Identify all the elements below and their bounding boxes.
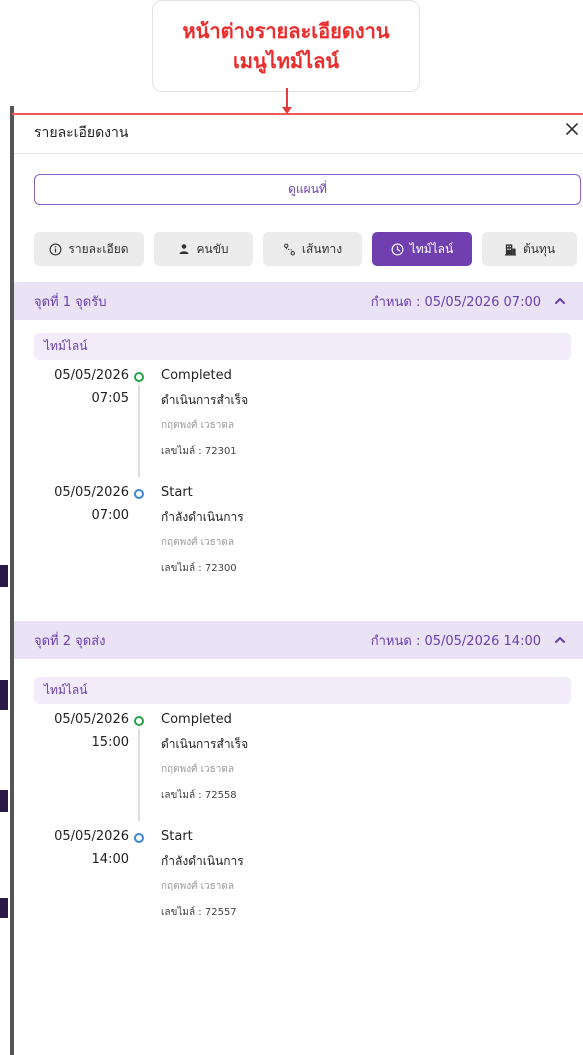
entry-status: Start — [161, 485, 193, 500]
tab-timeline[interactable]: ไทม์ไลน์ — [372, 232, 472, 266]
entry-mileage: เลขไมล์ : 72300 — [161, 563, 237, 574]
background-fragment — [0, 680, 8, 710]
entry-person: กฤตพงศ์ เวธาดล — [161, 881, 234, 892]
collapse-button[interactable] — [553, 633, 567, 647]
entry-time: 15:00 — [91, 735, 129, 750]
stop-due-time: กำหนด : 05/05/2026 07:00 — [370, 294, 541, 310]
status-dot-icon — [134, 372, 144, 382]
close-button[interactable] — [560, 117, 583, 141]
annotation-line-2: เมนูไทม์ไลน์ — [232, 49, 340, 73]
background-fragment — [0, 898, 8, 918]
entry-date: 05/05/2026 — [54, 485, 129, 500]
stop-title: จุดที่ 1 จุดรับ — [34, 294, 107, 310]
entry-description: ดำเนินการสำเร็จ — [161, 393, 249, 407]
collapse-button[interactable] — [553, 294, 567, 308]
header-divider — [14, 153, 583, 154]
tab-route-label: เส้นทาง — [301, 241, 343, 256]
entry-time: 07:00 — [91, 508, 129, 523]
chevron-up-icon — [555, 298, 565, 304]
clock-icon — [391, 243, 404, 255]
entry-status: Start — [161, 829, 193, 844]
status-dot-icon — [134, 716, 144, 726]
timeline-connector — [138, 729, 140, 821]
annotation-callout: หน้าต่างรายละเอียดงาน เมนูไทม์ไลน์ — [152, 0, 420, 92]
tab-timeline-label: ไทม์ไลน์ — [409, 241, 454, 256]
background-fragment — [0, 790, 8, 812]
entry-status: Completed — [161, 712, 232, 727]
timeline-connector — [138, 385, 140, 477]
entry-person: กฤตพงศ์ เวธาดล — [161, 420, 234, 431]
entry-date: 05/05/2026 — [54, 368, 129, 383]
job-detail-panel: รายละเอียดงาน ดูแผนที่ รายละเอียด คนขับ — [14, 115, 583, 1055]
timeline-entry: 05/05/2026 15:00 Completed ดำเนินการสำเร… — [14, 712, 583, 824]
chevron-up-icon — [555, 637, 565, 643]
tab-driver-label: คนขับ — [196, 241, 229, 256]
tab-cost-label: ต้นทุน — [522, 241, 556, 256]
tab-details[interactable]: รายละเอียด — [34, 232, 144, 266]
status-dot-icon — [134, 489, 144, 499]
stop-due-time: กำหนด : 05/05/2026 14:00 — [370, 633, 541, 649]
timeline-section-label: ไทม์ไลน์ — [34, 333, 571, 360]
close-icon — [566, 123, 578, 135]
view-map-button[interactable]: ดูแผนที่ — [34, 174, 581, 205]
entry-description: กำลังดำเนินการ — [161, 854, 244, 868]
tab-bar: รายละเอียด คนขับ เส้นทาง ไทม์ไลน์ ต้นทุน — [34, 232, 583, 266]
timeline-entry: 05/05/2026 07:00 Start กำลังดำเนินการ กฤ… — [14, 485, 583, 585]
entry-description: กำลังดำเนินการ — [161, 510, 244, 524]
tab-cost[interactable]: ต้นทุน — [482, 232, 577, 266]
entry-time: 14:00 — [91, 852, 129, 867]
tab-details-label: รายละเอียด — [68, 241, 129, 256]
info-icon — [49, 243, 62, 255]
entry-date: 05/05/2026 — [54, 829, 129, 844]
route-icon — [283, 243, 295, 255]
entry-date: 05/05/2026 — [54, 712, 129, 727]
tab-driver[interactable]: คนขับ — [154, 232, 253, 266]
timeline-entry: 05/05/2026 07:05 Completed ดำเนินการสำเร… — [14, 368, 583, 480]
timeline-entry: 05/05/2026 14:00 Start กำลังดำเนินการ กฤ… — [14, 829, 583, 929]
person-icon — [179, 244, 189, 254]
entry-mileage: เลขไมล์ : 72557 — [161, 907, 237, 918]
panel-title: รายละเอียดงาน — [34, 125, 129, 141]
tab-route[interactable]: เส้นทาง — [263, 232, 362, 266]
entry-mileage: เลขไมล์ : 72558 — [161, 790, 237, 801]
background-fragment — [0, 565, 8, 587]
annotation-line-1: หน้าต่างรายละเอียดงาน — [182, 19, 390, 43]
stop-header-pickup[interactable]: จุดที่ 1 จุดรับ กำหนด : 05/05/2026 07:00 — [14, 282, 583, 320]
entry-mileage: เลขไมล์ : 72301 — [161, 446, 237, 457]
stop-header-dropoff[interactable]: จุดที่ 2 จุดส่ง กำหนด : 05/05/2026 14:00 — [14, 621, 583, 659]
entry-person: กฤตพงศ์ เวธาดล — [161, 537, 234, 548]
entry-status: Completed — [161, 368, 232, 383]
building-icon — [504, 243, 517, 256]
stop-title: จุดที่ 2 จุดส่ง — [34, 633, 106, 649]
status-dot-icon — [134, 833, 144, 843]
entry-time: 07:05 — [91, 391, 129, 406]
entry-person: กฤตพงศ์ เวธาดล — [161, 764, 234, 775]
entry-description: ดำเนินการสำเร็จ — [161, 737, 249, 751]
timeline-section-label: ไทม์ไลน์ — [34, 677, 571, 704]
